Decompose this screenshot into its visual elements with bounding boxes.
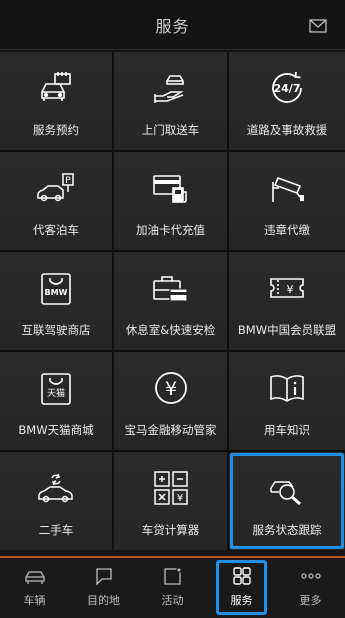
calculator-icon: ¥ [151,468,191,508]
more-dots-icon [300,573,321,579]
tile-car-knowledge[interactable]: 用车知识 [229,352,345,450]
bottom-tab-bar: 车辆 目的地 活动 服务 更多 [0,556,345,618]
tile-violation-payment[interactable]: 违章代缴 [229,152,345,250]
svg-text:¥: ¥ [176,493,182,504]
used-car-icon [36,468,76,508]
tile-bmw-tmall[interactable]: 天猫 BMW天猫商城 [0,352,114,450]
header-bar: 服务 [0,0,345,50]
car-appointment-icon [36,68,76,108]
tab-destination[interactable]: 目的地 [69,558,138,618]
tile-label: 服务状态跟踪 [252,523,322,537]
tile-label: 用车知识 [264,423,310,437]
svg-text:P: P [65,176,71,186]
car-magnifier-icon [267,468,307,508]
tile-label: 车贷计算器 [141,523,200,537]
book-info-icon [267,368,307,408]
service-grid: 服务预约 上门取送车 24/7 道路及事故救援 P 代客泊车 加油卡代充值 违章… [0,52,345,550]
tile-label: 互联驾驶商店 [21,323,91,337]
tile-fuel-card-topup[interactable]: 加油卡代充值 [114,152,229,250]
tile-label: 加油卡代充值 [136,223,205,237]
tab-vehicle[interactable]: 车辆 [0,558,69,618]
tile-used-car[interactable]: 二手车 [0,452,114,550]
traffic-camera-icon [267,168,307,208]
tab-activity[interactable]: 活动 [138,558,207,618]
yen-circle-icon: ¥ [151,368,191,408]
page-title: 服务 [155,16,190,36]
selection-highlight [216,560,267,615]
tile-road-rescue[interactable]: 24/7 道路及事故救援 [229,52,345,150]
tmall-bag-icon: 天猫 [36,368,76,408]
car-icon [24,571,45,584]
lounge-icon [151,268,191,308]
tile-bmw-member-alliance[interactable]: ¥ BMW中国会员联盟 [229,252,345,350]
tab-more[interactable]: 更多 [276,558,345,618]
tab-service[interactable]: 服务 [207,558,276,618]
svg-text:¥: ¥ [164,378,176,400]
hand-car-icon [151,68,191,108]
tab-label: 车辆 [23,594,46,607]
tile-pickup-delivery[interactable]: 上门取送车 [114,52,229,150]
yen-ticket-icon: ¥ [267,268,307,308]
tab-label: 目的地 [87,594,120,607]
svg-text:¥: ¥ [287,283,294,296]
tile-label: 道路及事故救援 [246,123,328,137]
svg-text:BMW: BMW [45,288,68,297]
parking-icon: P [36,168,76,208]
tile-loan-calculator[interactable]: ¥ 车贷计算器 [114,452,229,550]
tile-connected-drive-store[interactable]: BMW 互联驾驶商店 [0,252,114,350]
bmw-bag-icon: BMW [36,268,76,308]
mail-icon[interactable] [309,19,327,33]
tile-lounge-security[interactable]: 休息室&快速安检 [114,252,229,350]
tile-bmw-finance[interactable]: ¥ 宝马金融移动管家 [114,352,229,450]
tile-label: 休息室&快速安检 [125,323,216,337]
tile-label: 上门取送车 [141,123,200,137]
flag-icon [95,568,112,586]
24-7-icon: 24/7 [267,68,307,108]
tile-label: BMW中国会员联盟 [237,323,337,337]
tile-label: 违章代缴 [264,223,310,237]
tab-label: 更多 [299,594,322,607]
svg-text:24/7: 24/7 [274,82,301,95]
svg-text:天猫: 天猫 [47,387,65,399]
tile-valet-parking[interactable]: P 代客泊车 [0,152,114,250]
app-root: 服务 服务预约 上门取送车 24/7 道路及事故救援 P 代客泊车 加油卡代充值… [0,0,345,618]
tab-label: 活动 [161,594,184,607]
tile-label: 服务预约 [33,123,79,137]
tile-label: 二手车 [38,523,74,537]
fuel-card-icon [151,168,191,208]
tile-label: BMW天猫商城 [18,423,94,437]
tile-label: 宝马金融移动管家 [124,423,217,437]
tile-service-status-tracking[interactable]: 服务状态跟踪 [229,452,345,550]
tile-label: 代客泊车 [33,223,79,237]
notification-icon [163,567,182,585]
tile-service-appointment[interactable]: 服务预约 [0,52,114,150]
